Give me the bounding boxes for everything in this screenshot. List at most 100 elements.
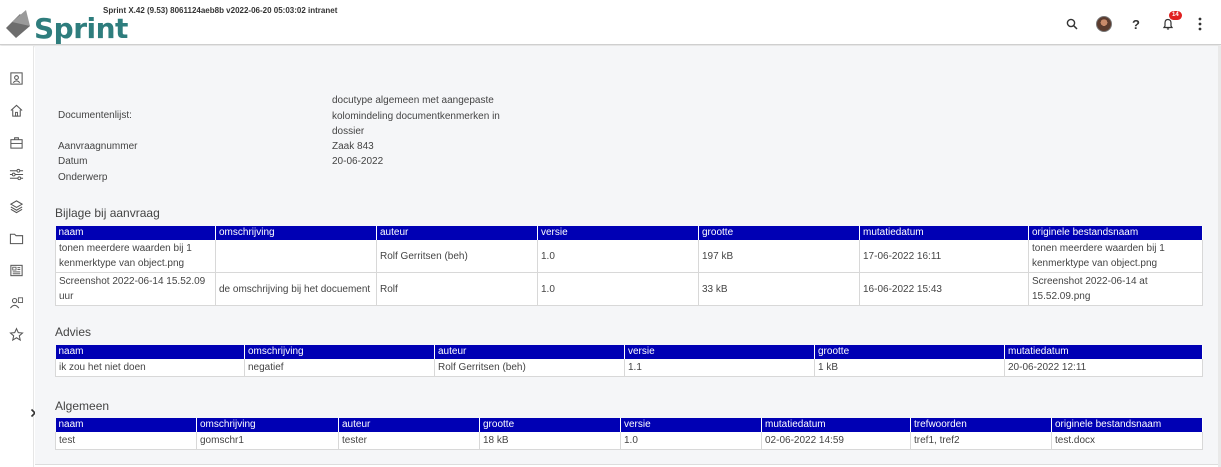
column-header[interactable]: naam: [55, 226, 216, 240]
layers-icon: [9, 199, 23, 213]
help-button[interactable]: ?: [1127, 15, 1145, 33]
cell-omschrijving: gomschr1: [196, 432, 339, 450]
contact-icon: [9, 71, 23, 85]
home-icon: [10, 104, 22, 117]
column-header[interactable]: mutatiedatum: [761, 418, 911, 432]
column-header[interactable]: omschrijving: [196, 418, 339, 432]
table-header-row: naam omschrijving auteur versie grootte …: [55, 345, 1203, 359]
onderwerp-label: Onderwerp: [58, 172, 108, 183]
notifications-button[interactable]: 14: [1159, 11, 1182, 33]
column-header[interactable]: mutatiedatum: [1004, 345, 1203, 359]
avatar: [1096, 16, 1112, 32]
more-vert-icon: [1198, 17, 1202, 31]
cell-mutatiedatum: 17-06-2022 16:11: [859, 240, 1029, 273]
cell-auteur: Rolf Gerritsen (beh): [434, 359, 625, 377]
table-header-row: naam omschrijving auteur grootte versie …: [55, 418, 1203, 432]
section-title-advies: Advies: [55, 325, 92, 339]
cell-grootte: 33 kB: [698, 272, 860, 306]
column-header[interactable]: versie: [624, 345, 815, 359]
app-header: Sprint Sprint X.42 (9.53) 8061124aeb8b v…: [0, 0, 1221, 45]
sliders-icon: [9, 168, 23, 180]
table-row[interactable]: tonen meerdere waarden bij 1 kenmerktype…: [55, 240, 1203, 273]
cell-bestandsnaam: Screenshot 2022-06-14 at 15.52.09.png: [1028, 272, 1203, 306]
section-title-bijlage: Bijlage bij aanvraag: [55, 206, 160, 220]
column-header[interactable]: grootte: [814, 345, 1005, 359]
cell-naam[interactable]: Screenshot 2022-06-14 15.52.09 uur: [55, 272, 216, 306]
cell-auteur: Rolf Gerritsen (beh): [376, 240, 538, 273]
briefcase-icon: [9, 136, 23, 149]
cell-naam[interactable]: test: [55, 432, 197, 450]
star-icon: [8, 326, 24, 341]
cell-omschrijving: [215, 240, 377, 273]
column-header[interactable]: originele bestandsnaam: [1051, 418, 1203, 432]
newspaper-icon: [9, 264, 23, 276]
bijlage-table: naam omschrijving auteur versie grootte …: [55, 226, 1203, 306]
sidebar-item-news[interactable]: [6, 260, 26, 280]
table-row[interactable]: test gomschr1 tester 18 kB 1.0 02-06-202…: [55, 432, 1203, 450]
more-menu-button[interactable]: [1191, 15, 1209, 33]
cell-bestandsnaam: tonen meerdere waarden bij 1 kenmerktype…: [1028, 240, 1203, 273]
algemeen-table: naam omschrijving auteur grootte versie …: [55, 418, 1203, 450]
sidebar-item-cases[interactable]: [6, 132, 26, 152]
cell-grootte: 197 kB: [698, 240, 860, 273]
sidebar-item-layers[interactable]: [6, 196, 26, 216]
cell-versie: 1.1: [624, 359, 815, 377]
advies-table: naam omschrijving auteur versie grootte …: [55, 345, 1203, 377]
cell-trefwoorden: tref1, tref2: [910, 432, 1052, 450]
search-button[interactable]: [1063, 15, 1081, 33]
cell-auteur: Rolf: [376, 272, 538, 306]
cell-mutatiedatum: 16-06-2022 15:43: [859, 272, 1029, 306]
cell-versie: 1.0: [537, 272, 699, 306]
column-header[interactable]: grootte: [479, 418, 621, 432]
column-header[interactable]: auteur: [338, 418, 480, 432]
user-menu-button[interactable]: [1095, 15, 1113, 33]
column-header[interactable]: mutatiedatum: [859, 226, 1029, 240]
column-header[interactable]: naam: [55, 418, 197, 432]
aanvraag-value: Zaak 843: [332, 141, 374, 152]
sidebar-item-files[interactable]: [6, 228, 26, 248]
cell-versie: 1.0: [537, 240, 699, 273]
cell-omschrijving: negatief: [244, 359, 435, 377]
table-header-row: naam omschrijving auteur versie grootte …: [55, 226, 1203, 240]
cell-grootte: 1 kB: [814, 359, 1005, 377]
sidebar-item-favorites[interactable]: [6, 324, 26, 344]
logo-mark-icon: [6, 10, 30, 38]
version-info: Sprint X.42 (9.53) 8061124aeb8b v2022-06…: [103, 6, 338, 15]
column-header[interactable]: versie: [537, 226, 699, 240]
column-header[interactable]: auteur: [434, 345, 625, 359]
column-header[interactable]: naam: [55, 345, 245, 359]
doclist-value: docutype algemeen met aangepaste kolomin…: [332, 95, 500, 137]
sidebar-item-contacts[interactable]: [6, 68, 26, 88]
table-row[interactable]: ik zou het niet doen negatief Rolf Gerri…: [55, 359, 1203, 377]
search-icon: [1066, 18, 1078, 30]
aanvraag-label: Aanvraagnummer: [58, 141, 138, 152]
column-header[interactable]: originele bestandsnaam: [1028, 226, 1203, 240]
folder-icon: [9, 233, 23, 244]
section-title-algemeen: Algemeen: [55, 399, 110, 413]
cell-auteur: tester: [338, 432, 480, 450]
cell-versie: 1.0: [620, 432, 762, 450]
column-header[interactable]: grootte: [698, 226, 860, 240]
datum-label: Datum: [58, 156, 88, 167]
notification-badge: 14: [1169, 11, 1182, 20]
table-row[interactable]: Screenshot 2022-06-14 15.52.09 uur de om…: [55, 272, 1203, 306]
logo-text: Sprint: [34, 12, 128, 45]
column-header[interactable]: auteur: [376, 226, 538, 240]
sidebar-item-home[interactable]: [6, 100, 26, 120]
column-header[interactable]: trefwoorden: [910, 418, 1052, 432]
column-header[interactable]: omschrijving: [215, 226, 377, 240]
help-icon: ?: [1132, 16, 1140, 32]
cell-naam[interactable]: ik zou het niet doen: [55, 359, 245, 377]
cell-mutatiedatum: 02-06-2022 14:59: [761, 432, 911, 450]
doclist-label: Documentenlijst:: [58, 110, 132, 121]
sidebar-item-users[interactable]: [6, 292, 26, 312]
cell-naam[interactable]: tonen meerdere waarden bij 1 kenmerktype…: [55, 240, 216, 273]
cell-grootte: 18 kB: [479, 432, 621, 450]
cell-mutatiedatum: 20-06-2022 12:11: [1004, 359, 1203, 377]
column-header[interactable]: versie: [620, 418, 762, 432]
sprint-logo[interactable]: Sprint: [4, 6, 128, 45]
cell-bestandsnaam: test.docx: [1051, 432, 1203, 450]
sidebar-item-settings[interactable]: [6, 164, 26, 184]
sidebar: [0, 46, 36, 467]
column-header[interactable]: omschrijving: [244, 345, 435, 359]
